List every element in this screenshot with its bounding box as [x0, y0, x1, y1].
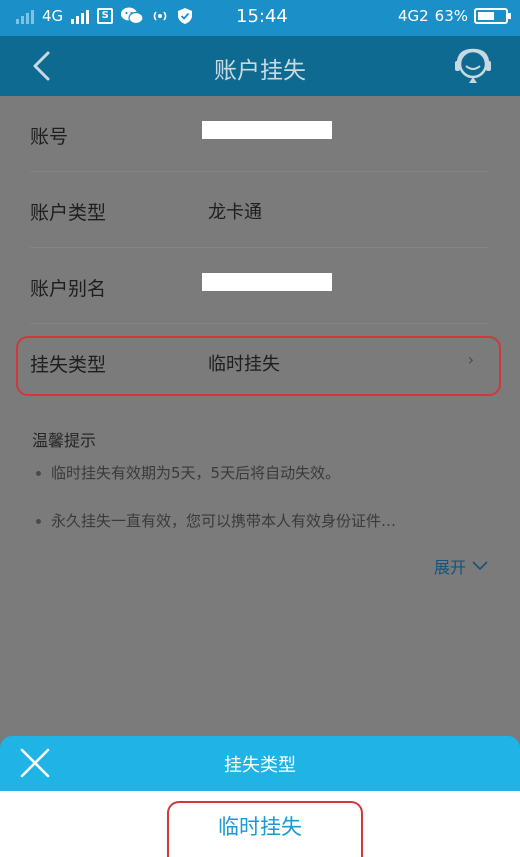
- form-content: 账号 账户类型 龙卡通 账户别名 挂失类型 临时挂失 › 温馨提示 临时挂失有效…: [0, 96, 520, 736]
- tip-text: 永久挂失一直有效，您可以携带本人有效身份证件…: [51, 512, 397, 530]
- network-type-label: 4G2: [397, 7, 429, 25]
- bottom-sheet-header: 挂失类型: [0, 736, 520, 791]
- navigation-bar: 账户挂失: [0, 36, 520, 96]
- option-highlight: [167, 801, 363, 857]
- network-type-label: 4G: [42, 7, 64, 25]
- tip-item: 永久挂失一直有效，您可以携带本人有效身份证件…: [36, 510, 396, 531]
- signal-bars-icon: [16, 8, 34, 24]
- tips-title: 温馨提示: [32, 431, 97, 450]
- bullet-icon: [36, 471, 41, 476]
- battery-icon: [474, 8, 511, 24]
- status-left: 4G S: [16, 7, 193, 25]
- customer-service-icon[interactable]: [452, 46, 494, 86]
- account-type-row: 账户类型 龙卡通: [30, 172, 488, 248]
- row-label: 账户别名: [30, 278, 107, 300]
- row-label: 账户类型: [30, 202, 107, 224]
- shield-icon: [178, 8, 193, 24]
- bottom-sheet-title: 挂失类型: [224, 755, 296, 776]
- bullet-icon: [36, 519, 41, 524]
- page-title: 账户挂失: [214, 58, 306, 84]
- status-right: 4G2 63%: [397, 7, 511, 25]
- expand-button[interactable]: 展开: [434, 554, 488, 578]
- expand-label: 展开: [433, 558, 466, 577]
- battery-percent: 63%: [434, 7, 468, 25]
- bottom-sheet-body: 临时挂失: [0, 791, 520, 857]
- redaction-mask: [202, 121, 332, 139]
- hotspot-icon: [153, 11, 167, 21]
- clock: 15:44: [236, 6, 288, 27]
- redaction-mask: [202, 273, 332, 291]
- signal-bars-icon: [71, 8, 90, 24]
- loss-type-highlight: [16, 336, 501, 396]
- battery-fill: [478, 12, 494, 20]
- account-number-row: 账号: [30, 96, 488, 172]
- account-alias-row: 账户别名: [30, 248, 488, 324]
- row-value: 龙卡通: [208, 202, 262, 223]
- sim-icon: S: [97, 8, 114, 24]
- row-label: 账号: [30, 126, 69, 148]
- chevron-down-icon: [472, 561, 488, 571]
- tip-item: 临时挂失有效期为5天，5天后将自动失效。: [36, 462, 340, 483]
- status-bar: 4G S 15:44 4G2 63%: [0, 0, 520, 36]
- tip-text: 临时挂失有效期为5天，5天后将自动失效。: [51, 464, 341, 482]
- wechat-icon: [121, 7, 144, 25]
